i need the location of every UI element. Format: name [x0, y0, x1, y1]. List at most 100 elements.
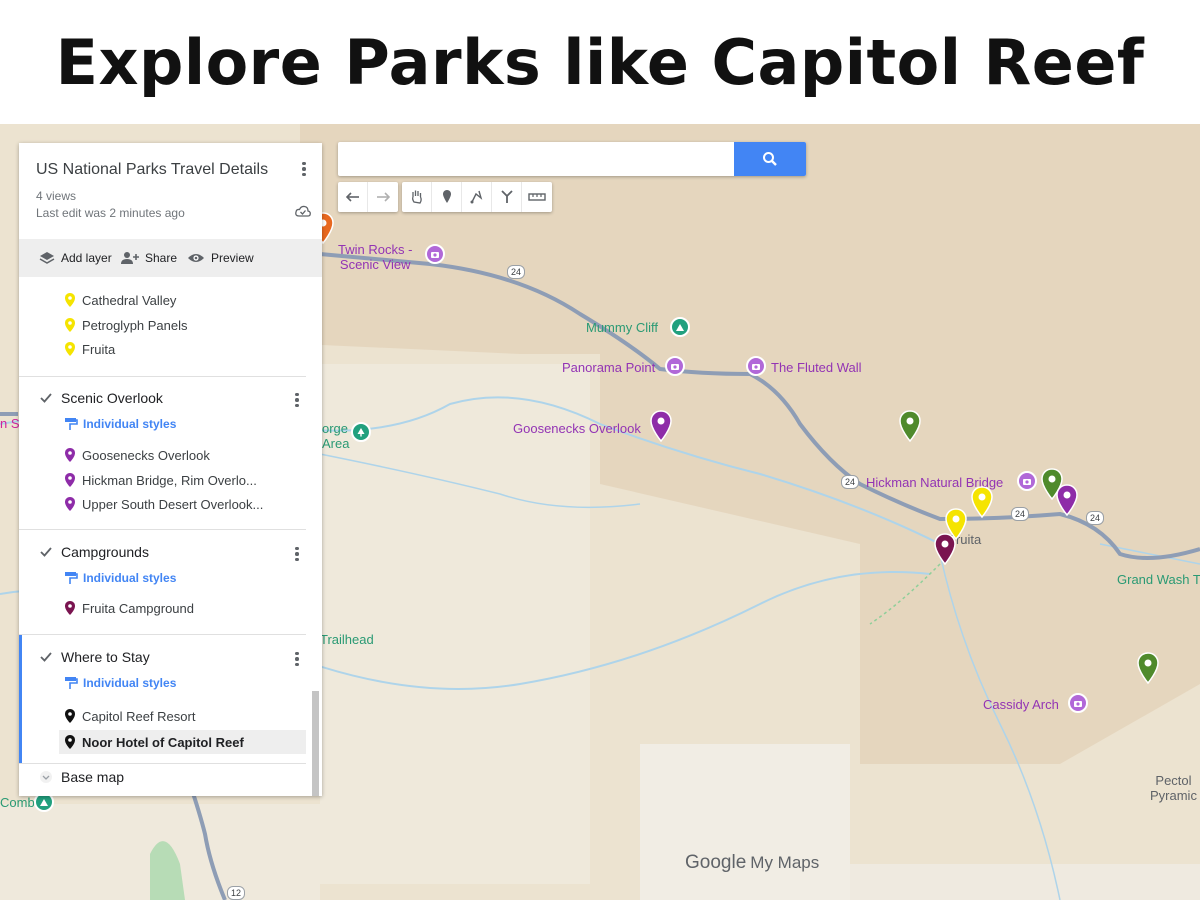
layer-style-label: Individual styles	[83, 571, 177, 585]
add-layer-button[interactable]: Add layer	[39, 239, 112, 277]
my-maps-wordmark: My Maps	[750, 853, 820, 872]
route-24-shield: 24	[1086, 511, 1104, 525]
map-title[interactable]: US National Parks Travel Details	[36, 161, 268, 179]
layers-icon	[39, 252, 55, 264]
poi-label-grand-wash[interactable]: Grand Wash T	[1117, 572, 1200, 587]
panel-scrollbar[interactable]	[312, 691, 319, 796]
poi-label-panorama-point[interactable]: Panorama Point	[562, 360, 655, 375]
poi-label-cassidy-arch[interactable]: Cassidy Arch	[983, 697, 1059, 712]
search-button[interactable]	[734, 142, 806, 176]
list-item-label: Upper South Desert Overlook...	[82, 496, 264, 512]
base-map-label: Base map	[61, 769, 125, 785]
list-item[interactable]: Capitol Reef Resort	[64, 706, 195, 726]
list-item[interactable]: Fruita Campground	[64, 598, 194, 618]
google-wordmark: Google	[685, 852, 747, 873]
divider	[19, 763, 306, 764]
poi-label-george-area[interactable]: orge Area	[322, 421, 349, 451]
purple-location-pin[interactable]	[1056, 484, 1078, 516]
measure-button[interactable]	[522, 182, 552, 212]
list-item[interactable]: Goosenecks Overlook	[64, 445, 210, 465]
list-item[interactable]: Cathedral Valley	[64, 290, 176, 310]
yellow-pin-icon	[65, 342, 75, 356]
list-item-label: Hickman Bridge, Rim Overlo...	[82, 472, 257, 488]
chevron-down-icon	[40, 771, 52, 783]
poi-label-comb-fragment[interactable]: Comb	[0, 795, 35, 810]
mountain-icon[interactable]	[670, 317, 690, 337]
layer-title[interactable]: Where to Stay	[61, 649, 150, 665]
route-24-shield: 24	[841, 475, 859, 489]
add-marker-button[interactable]	[432, 182, 462, 212]
layer-visibility-checkbox[interactable]	[39, 650, 53, 664]
poi-label-pectol[interactable]: Pectol Pyramic	[1150, 773, 1197, 803]
green-location-pin[interactable]	[1137, 652, 1159, 684]
list-item-label: Goosenecks Overlook	[82, 447, 210, 463]
list-item[interactable]: Petroglyph Panels	[64, 315, 188, 335]
list-item-label: Cathedral Valley	[82, 292, 177, 308]
map-options-menu-icon[interactable]	[294, 159, 314, 179]
list-item-label: Fruita	[82, 341, 116, 357]
camera-icon[interactable]	[1068, 693, 1088, 713]
layer-options-menu-icon[interactable]	[287, 390, 307, 410]
directions-button[interactable]	[492, 182, 522, 212]
draw-line-button[interactable]	[462, 182, 492, 212]
add-person-icon	[121, 252, 139, 264]
maroon-location-pin[interactable]	[934, 533, 956, 565]
layer-style-link[interactable]: Individual styles	[64, 676, 176, 690]
directions-icon	[500, 190, 513, 203]
map-canvas[interactable]: 24 24 24 24 12 Twin Rocks - Scenic View M…	[0, 124, 1200, 900]
green-location-pin[interactable]	[899, 410, 921, 442]
camera-icon[interactable]	[425, 244, 445, 264]
undo-redo-group	[338, 182, 398, 212]
preview-button[interactable]: Preview	[187, 239, 254, 277]
last-edit-status: Last edit was 2 minutes ago	[36, 206, 185, 220]
layer-options-menu-icon[interactable]	[287, 544, 307, 564]
layer-visibility-checkbox[interactable]	[39, 545, 53, 559]
layer-campgrounds: Campgrounds Individual styles Fruita Cam…	[19, 529, 306, 634]
map-search-bar	[338, 142, 806, 176]
page: Explore Parks like Capitol Reef 24 24 24…	[0, 0, 1200, 900]
tree-icon[interactable]	[351, 422, 371, 442]
layer-title[interactable]: Scenic Overlook	[61, 390, 163, 406]
marker-icon	[442, 190, 451, 203]
route-12-shield: 12	[227, 886, 245, 900]
poi-label-line: Pyramic	[1150, 788, 1197, 803]
map-toolbar	[338, 182, 552, 212]
list-item[interactable]: Fruita	[64, 339, 115, 359]
route-24-shield: 24	[1011, 507, 1029, 521]
layer-style-link[interactable]: Individual styles	[64, 571, 176, 585]
undo-button[interactable]	[338, 182, 368, 212]
layer-style-link[interactable]: Individual styles	[64, 417, 176, 431]
search-input[interactable]	[338, 142, 733, 176]
camera-icon[interactable]	[1017, 471, 1037, 491]
purple-pin-icon	[65, 497, 75, 511]
purple-pin-icon	[65, 448, 75, 462]
layer-style-label: Individual styles	[83, 676, 177, 690]
layer-options-menu-icon[interactable]	[287, 649, 307, 669]
base-map-toggle[interactable]: Base map	[39, 769, 124, 785]
poi-label-fluted-wall[interactable]: The Fluted Wall	[771, 360, 862, 375]
eye-icon	[188, 254, 204, 262]
share-button[interactable]: Share	[121, 239, 177, 277]
poi-label-twin-rocks[interactable]: Twin Rocks - Scenic View	[338, 242, 412, 272]
poi-label-mummy-cliff[interactable]: Mummy Cliff	[586, 320, 658, 335]
layer-title[interactable]: Campgrounds	[61, 544, 149, 560]
layer-visibility-checkbox[interactable]	[39, 391, 53, 405]
hand-icon	[411, 190, 422, 204]
poi-label-goosenecks[interactable]: Goosenecks Overlook	[513, 421, 641, 436]
redo-icon	[377, 192, 390, 202]
list-item-selected[interactable]: Noor Hotel of Capitol Reef	[59, 730, 306, 754]
redo-button[interactable]	[368, 182, 398, 212]
list-item[interactable]: Upper South Desert Overlook...	[64, 494, 263, 514]
camera-icon[interactable]	[746, 356, 766, 376]
ruler-icon	[528, 193, 546, 201]
list-item[interactable]: Hickman Bridge, Rim Overlo...	[64, 470, 257, 490]
poi-label-line: Area	[322, 436, 350, 451]
pan-tool-button[interactable]	[402, 182, 432, 212]
poi-label-trailhead[interactable]: Trailhead	[320, 632, 374, 647]
yellow-location-pin[interactable]	[971, 486, 993, 518]
panel-actions-bar: Add layer Share Preview	[19, 239, 322, 277]
camera-icon[interactable]	[665, 356, 685, 376]
list-item-label: Noor Hotel of Capitol Reef	[82, 734, 244, 750]
layer-where-to-stay: Where to Stay Individual styles Capitol …	[19, 634, 306, 763]
purple-location-pin[interactable]	[650, 410, 672, 442]
